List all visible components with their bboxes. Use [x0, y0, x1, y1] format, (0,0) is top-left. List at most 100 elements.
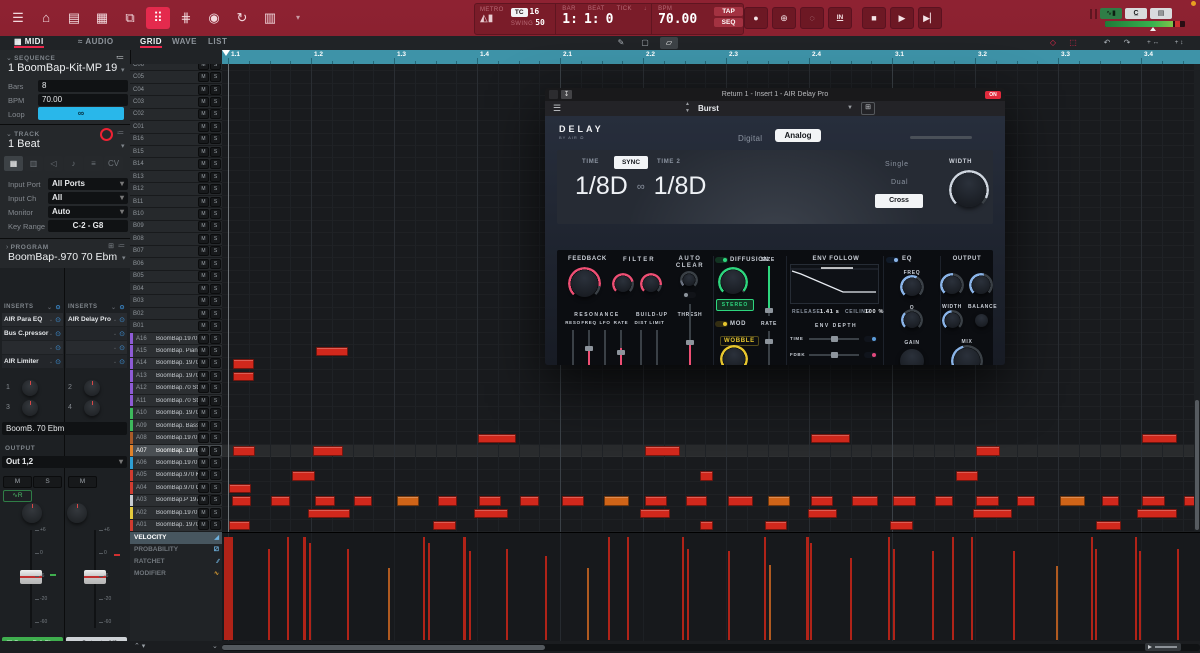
velocity-bar[interactable]	[423, 537, 425, 640]
record-button[interactable]: ●	[744, 7, 768, 29]
pad-mute-button[interactable]: M	[198, 371, 209, 381]
velocity-bar[interactable]	[806, 537, 809, 640]
velocity-bar[interactable]	[764, 537, 766, 640]
midi-note[interactable]	[765, 521, 787, 531]
midi-note[interactable]	[229, 484, 251, 494]
midi-note[interactable]	[1060, 496, 1085, 506]
velocity-bar[interactable]	[1139, 551, 1141, 640]
preset-name[interactable]: Burst	[698, 104, 719, 113]
lane-tab-velocity[interactable]: VELOCITY◢	[130, 532, 222, 544]
keyboard-button[interactable]: ▤	[1150, 8, 1172, 19]
tab-time[interactable]: TIME	[582, 159, 599, 165]
midi-note[interactable]	[1096, 521, 1121, 531]
midi-note[interactable]	[271, 496, 290, 506]
qlink-knob-1[interactable]	[22, 380, 38, 396]
velocity-bar[interactable]	[932, 551, 934, 640]
diffusion-toggle[interactable]	[715, 257, 728, 263]
select-tool[interactable]: ▢	[636, 37, 654, 49]
pad-mute-button[interactable]: M	[198, 433, 209, 443]
output-right-knob[interactable]	[972, 276, 990, 294]
pad-row-A06[interactable]: A06BoomBap.1970 BreakMS	[130, 457, 222, 469]
bpm-field[interactable]: 70.00	[38, 94, 128, 106]
v-scrollbar-handle[interactable]	[1195, 400, 1199, 530]
pan-knob[interactable]	[22, 503, 42, 523]
midi-note[interactable]	[973, 509, 1012, 519]
midi-note[interactable]	[604, 496, 629, 506]
pad-mute-button[interactable]: M	[198, 421, 209, 431]
program-chip[interactable]: BoomB. 70 Ebm	[2, 422, 127, 435]
velocity-bar[interactable]	[1177, 549, 1179, 640]
pad-solo-button[interactable]: S	[210, 122, 221, 132]
resonance-slider-rate[interactable]	[620, 330, 622, 365]
pad-solo-button[interactable]: S	[210, 346, 221, 356]
midi-note[interactable]	[768, 496, 790, 506]
pad-solo-button[interactable]: S	[210, 197, 221, 207]
punch-in-button[interactable]: IN	[828, 7, 852, 29]
lane-tab-ratchet[interactable]: RATCHET∕∕	[130, 556, 222, 568]
output-select[interactable]: Out 1,2▾	[2, 456, 127, 468]
midi-note[interactable]	[976, 496, 999, 506]
velocity-bar[interactable]	[608, 537, 610, 640]
pad-mute-button[interactable]: M	[198, 134, 209, 144]
env-depth-slider-time[interactable]	[809, 338, 859, 340]
pad-row-A02[interactable]: A02BoomBap.1970 SnareMS	[130, 507, 222, 519]
play-start-button[interactable]: ▶▏	[918, 7, 942, 29]
pad-solo-button[interactable]: S	[210, 495, 221, 505]
pad-solo-button[interactable]: S	[210, 284, 221, 294]
pad-mute-button[interactable]: M	[198, 209, 209, 219]
midi-note[interactable]	[315, 496, 335, 506]
tab-audio[interactable]: ≈ AUDIO	[78, 37, 114, 46]
pad-mute-button[interactable]: M	[198, 470, 209, 480]
insert-slot[interactable]: ⌄⊙	[66, 327, 127, 340]
resonance-slider-reso[interactable]	[572, 330, 574, 365]
pad-row-B16[interactable]: B16MS	[130, 134, 222, 146]
env-toggle-fdbk[interactable]	[864, 352, 877, 358]
release-value[interactable]: 1.41 s	[820, 309, 840, 315]
pad-mute-button[interactable]: M	[198, 259, 209, 269]
velocity-lane[interactable]	[222, 532, 1200, 641]
pad-solo-button[interactable]: S	[210, 147, 221, 157]
pad-row-B10[interactable]: B10MS	[130, 208, 222, 220]
pad-row-A13[interactable]: A13BoomBap. 1970 KeysMS	[130, 370, 222, 382]
sequence-dropdown-icon[interactable]: ▾	[121, 66, 125, 74]
midi-note[interactable]	[935, 496, 953, 506]
pad-solo-button[interactable]: S	[210, 508, 221, 518]
midi-note[interactable]	[232, 496, 251, 506]
plugin-menu-icon[interactable]: ☰	[553, 103, 561, 114]
pad-mute-button[interactable]: M	[198, 271, 209, 281]
pad-solo-button[interactable]: S	[210, 334, 221, 344]
velocity-bar[interactable]	[224, 537, 233, 640]
velocity-bar[interactable]	[893, 549, 895, 640]
redo-button[interactable]: ↷	[1118, 37, 1136, 49]
pad-mute-button[interactable]: M	[198, 159, 209, 169]
resonance-slider-freq[interactable]	[588, 330, 590, 365]
velocity-bar[interactable]	[428, 543, 430, 640]
velocity-bar[interactable]	[971, 537, 973, 640]
midi-note[interactable]	[1142, 496, 1165, 506]
pad-mute-button[interactable]: M	[198, 383, 209, 393]
pencil-tool[interactable]: ✎	[612, 37, 630, 49]
track-type-icon-2[interactable]: ◁	[44, 156, 63, 171]
pad-bank-icon[interactable]: ▦	[90, 7, 114, 29]
automation-read-button[interactable]: ∿R	[3, 490, 32, 502]
routing-cross[interactable]: Cross	[875, 194, 923, 208]
pad-row-B05[interactable]: B05MS	[130, 271, 222, 283]
pad-row-B06[interactable]: B06MS	[130, 258, 222, 270]
diffusion-knob[interactable]	[721, 270, 745, 294]
midi-note[interactable]	[308, 509, 350, 519]
autoclear-knob[interactable]	[683, 274, 695, 286]
tc-value[interactable]: 16	[530, 7, 540, 16]
monitor-select[interactable]: Auto▾	[48, 206, 128, 218]
tick-value[interactable]: 0	[606, 12, 614, 27]
mixer-icon[interactable]: ⋕	[174, 7, 198, 29]
key-range-field[interactable]: C-2 - G8	[48, 220, 128, 232]
eq-freq-knob[interactable]	[903, 278, 921, 296]
midi-note[interactable]	[229, 521, 250, 531]
plugin-on-button[interactable]: ON	[985, 91, 1001, 99]
pad-mute-button[interactable]: M	[198, 246, 209, 256]
midi-note[interactable]	[1137, 509, 1177, 519]
qlink-knob-3[interactable]	[22, 400, 38, 416]
tab-sync[interactable]: SYNC	[614, 156, 648, 169]
erase-button[interactable]: ◌	[800, 7, 824, 29]
grid-edit-icon[interactable]: ⠿	[146, 7, 170, 29]
